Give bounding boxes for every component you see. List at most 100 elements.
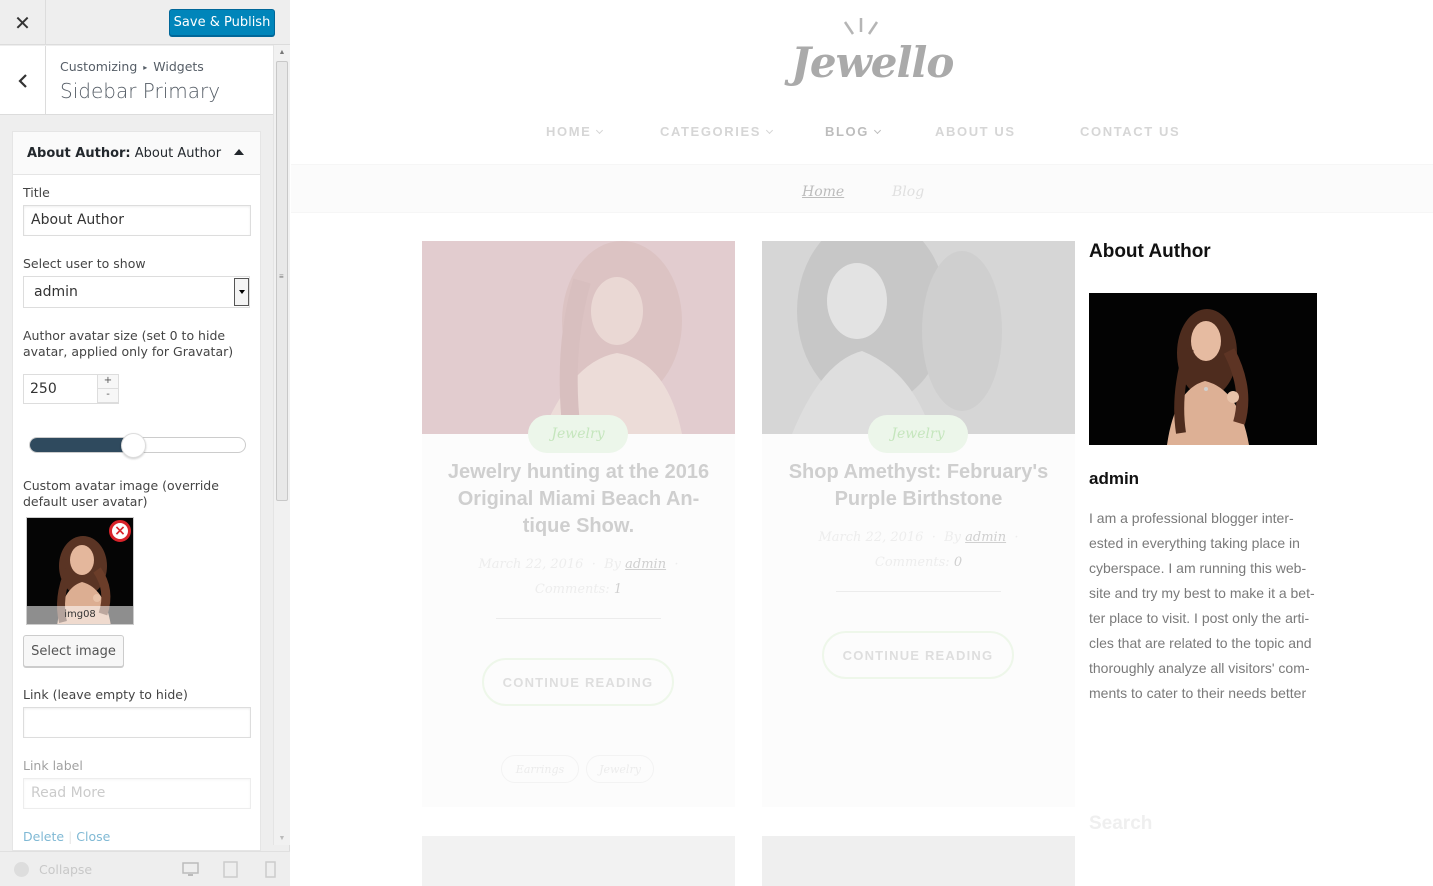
tag-pill[interactable]: Jewelry — [586, 755, 654, 783]
decrement-button[interactable]: - — [98, 389, 118, 403]
widget-header-title: About Author: About Author — [27, 146, 221, 161]
desktop-icon[interactable] — [182, 861, 199, 878]
post-image-graphic — [762, 241, 1075, 434]
breadcrumb-current: Widgets — [153, 59, 204, 74]
collapse-icon[interactable] — [14, 862, 29, 877]
save-publish-button[interactable]: Save & Publish — [169, 9, 275, 36]
comments-label: Comments: — [534, 582, 610, 597]
nav-item-label: HOME — [546, 124, 592, 139]
link-label-label: Link label — [23, 758, 83, 773]
title-field[interactable]: About Author — [23, 205, 251, 236]
post-by: By — [944, 530, 962, 545]
panel-scrollbar[interactable]: ▲ ≡ ▼ — [273, 45, 290, 845]
customizer-panel: ✕ Save & Publish Customizing ▸ Widgets Sid… — [0, 0, 290, 886]
custom-avatar-thumbnail[interactable]: img08 × — [26, 517, 134, 625]
post-image[interactable] — [422, 241, 735, 434]
breadcrumb-separator-icon: ▸ — [143, 63, 148, 72]
chevron-down-icon — [596, 126, 604, 135]
select-user-label: Select user to show — [23, 256, 146, 271]
delete-link[interactable]: Delete — [23, 829, 64, 844]
tablet-icon[interactable] — [222, 861, 239, 878]
increment-button[interactable]: + — [98, 375, 118, 389]
post-author-link[interactable]: admin — [965, 530, 1006, 545]
custom-avatar-label: Custom avatar image (override default us… — [23, 478, 219, 509]
category-badge[interactable]: Jewelry — [868, 415, 968, 453]
comments-count[interactable]: 1 — [614, 582, 622, 597]
category-badge[interactable]: Jewelry — [528, 415, 628, 453]
widget-actions: Delete | Close — [23, 829, 110, 844]
post-image[interactable] — [762, 241, 1075, 434]
post-card: Jewelry Jewelry hunting at the 2016 Orig… — [422, 241, 735, 807]
collapse-label[interactable]: Collapse — [39, 862, 92, 877]
grip-icon: ≡ — [279, 272, 284, 281]
sidebar-widget-title: About Author — [1089, 241, 1211, 262]
avatar-size-value: 250 — [30, 381, 57, 397]
close-link[interactable]: Close — [76, 829, 110, 844]
nav-item-home[interactable]: HOME — [546, 124, 604, 139]
link-field[interactable] — [23, 707, 251, 738]
avatar-size-stepper[interactable]: 250 + - — [23, 374, 119, 404]
remove-image-icon[interactable]: × — [109, 520, 131, 542]
nav-item-label: BLOG — [825, 124, 869, 139]
continue-reading-button[interactable]: CONTINUE READING — [822, 631, 1014, 679]
post-card: Jewelry Shop Amethyst: February's Purple… — [762, 241, 1075, 807]
breadcrumb: Customizing ▸ Widgets — [60, 59, 204, 74]
collapse-arrow-icon[interactable] — [234, 149, 244, 155]
tag-pill[interactable]: Earrings — [501, 755, 579, 783]
about-author-widget: About Author: About Author Title About A… — [12, 131, 261, 851]
chevron-down-icon — [873, 126, 881, 135]
nav-item-label: ABOUT US — [935, 124, 1016, 139]
author-avatar — [1089, 293, 1317, 445]
post-author-link[interactable]: admin — [625, 557, 666, 572]
breadcrumb-root: Customizing — [60, 59, 138, 74]
scroll-down-icon[interactable]: ▼ — [274, 831, 290, 845]
logo-text: Jewello — [791, 38, 954, 87]
nav-item-about-us[interactable]: ABOUT US — [935, 124, 1016, 139]
author-bio: I am a professional blogger inter-ested … — [1089, 510, 1315, 701]
avatar-size-label: Author avatar size (set 0 to hide avatar… — [23, 328, 234, 359]
mobile-icon[interactable] — [262, 861, 279, 878]
post-title[interactable]: Shop Amethyst: February's Purple Birthst… — [782, 459, 1055, 513]
site-logo[interactable]: Jewello — [791, 18, 954, 87]
select-image-button[interactable]: Select image — [23, 635, 124, 667]
nav-item-contact-us[interactable]: CONTACT US — [1080, 124, 1180, 139]
nav-item-categories[interactable]: CATEGORIES — [660, 124, 774, 139]
scroll-up-icon[interactable]: ▲ — [274, 45, 290, 59]
author-photo — [1089, 293, 1317, 445]
nav-item-label: CATEGORIES — [660, 124, 761, 139]
comments-label: Comments: — [874, 555, 950, 570]
post-comments: Comments: 0 — [762, 550, 1075, 575]
title-label: Title — [23, 185, 50, 200]
slider-fill — [30, 438, 133, 452]
nav-item-blog[interactable]: BLOG — [825, 124, 881, 139]
link-label-field[interactable]: Read More — [23, 778, 251, 809]
customizer-header: ✕ Save & Publish — [0, 0, 290, 45]
user-select[interactable]: admin — [23, 276, 250, 308]
stepper-buttons: + - — [97, 375, 118, 403]
dropdown-arrow-icon[interactable] — [234, 278, 249, 306]
continue-reading-button[interactable]: CONTINUE READING — [482, 658, 674, 706]
post-card[interactable] — [422, 836, 735, 886]
post-meta: March 22, 2016 · By admin · — [818, 530, 1019, 545]
scroll-thumb[interactable]: ≡ — [276, 61, 288, 501]
main-nav: HOME CATEGORIES BLOG ABOUT US CONTACT US — [291, 124, 1433, 142]
widget-header[interactable]: About Author: About Author — [13, 132, 260, 175]
close-icon[interactable]: ✕ — [0, 0, 46, 45]
user-select-value: admin — [34, 284, 78, 300]
section-header: Customizing ▸ Widgets Sidebar Primary — [0, 46, 273, 115]
nav-item-label: CONTACT US — [1080, 124, 1181, 139]
avatar-size-slider[interactable] — [29, 433, 246, 458]
back-button[interactable] — [0, 46, 46, 115]
comments-count[interactable]: 0 — [954, 555, 962, 570]
avatar-caption: img08 — [27, 606, 133, 624]
actions-divider: | — [68, 829, 73, 844]
post-date: March 22, 2016 — [818, 530, 924, 545]
breadcrumb-home-link[interactable]: Home — [802, 184, 844, 200]
post-title[interactable]: Jewelry hunting at the 2016 Original Mia… — [442, 459, 715, 540]
post-image-graphic — [422, 241, 735, 434]
page-breadcrumb: Home Blog — [291, 164, 1433, 213]
post-card[interactable] — [762, 836, 1075, 886]
author-name: admin — [1089, 469, 1140, 488]
search-widget-title: Search — [1089, 813, 1153, 834]
slider-handle[interactable] — [121, 433, 146, 458]
